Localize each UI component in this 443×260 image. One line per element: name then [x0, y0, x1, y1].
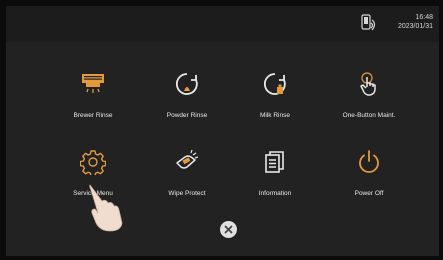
milk-rinse-label: Milk Rinse: [260, 112, 290, 119]
one-button-maint-button[interactable]: One-Button Maint.: [324, 71, 414, 119]
wipe-icon: [176, 149, 199, 169]
powder-rinse-button[interactable]: Powder Rinse: [142, 71, 232, 119]
screen: 16:48 2023/01/31 Brewer Rinse Powder Rin…: [6, 6, 439, 256]
brewer-rinse-button[interactable]: Brewer Rinse: [48, 71, 138, 119]
connectivity-icon: [361, 14, 376, 31]
milk-rinse-icon: [263, 73, 286, 95]
pointing-hand-icon: [89, 184, 123, 232]
document-icon: [265, 151, 284, 173]
wipe-protect-button[interactable]: Wipe Protect: [142, 149, 232, 197]
information-label: Information: [258, 190, 292, 197]
status-bar: 16:48 2023/01/31: [6, 6, 439, 42]
time-text: 16:48: [415, 14, 433, 21]
gear-icon: [79, 150, 107, 177]
wipe-protect-label: Wipe Protect: [168, 190, 206, 197]
touch-icon: [360, 72, 376, 96]
close-button[interactable]: [220, 221, 237, 238]
power-off-label: Power Off: [354, 190, 384, 197]
brewer-rinse-label: Brewer Rinse: [73, 112, 113, 119]
one-button-maint-label: One-Button Maint.: [342, 112, 396, 119]
powder-rinse-label: Powder Rinse: [166, 112, 208, 119]
milk-rinse-button[interactable]: Milk Rinse: [230, 71, 320, 119]
brewer-rinse-icon: [82, 74, 104, 93]
powder-rinse-icon: [175, 73, 198, 95]
date-text: 2023/01/31: [397, 23, 433, 30]
clock: 16:48 2023/01/31: [398, 13, 433, 31]
close-icon: [224, 225, 233, 234]
power-icon: [359, 150, 379, 173]
power-off-button[interactable]: Power Off: [324, 149, 414, 197]
information-button[interactable]: Information: [230, 149, 320, 197]
